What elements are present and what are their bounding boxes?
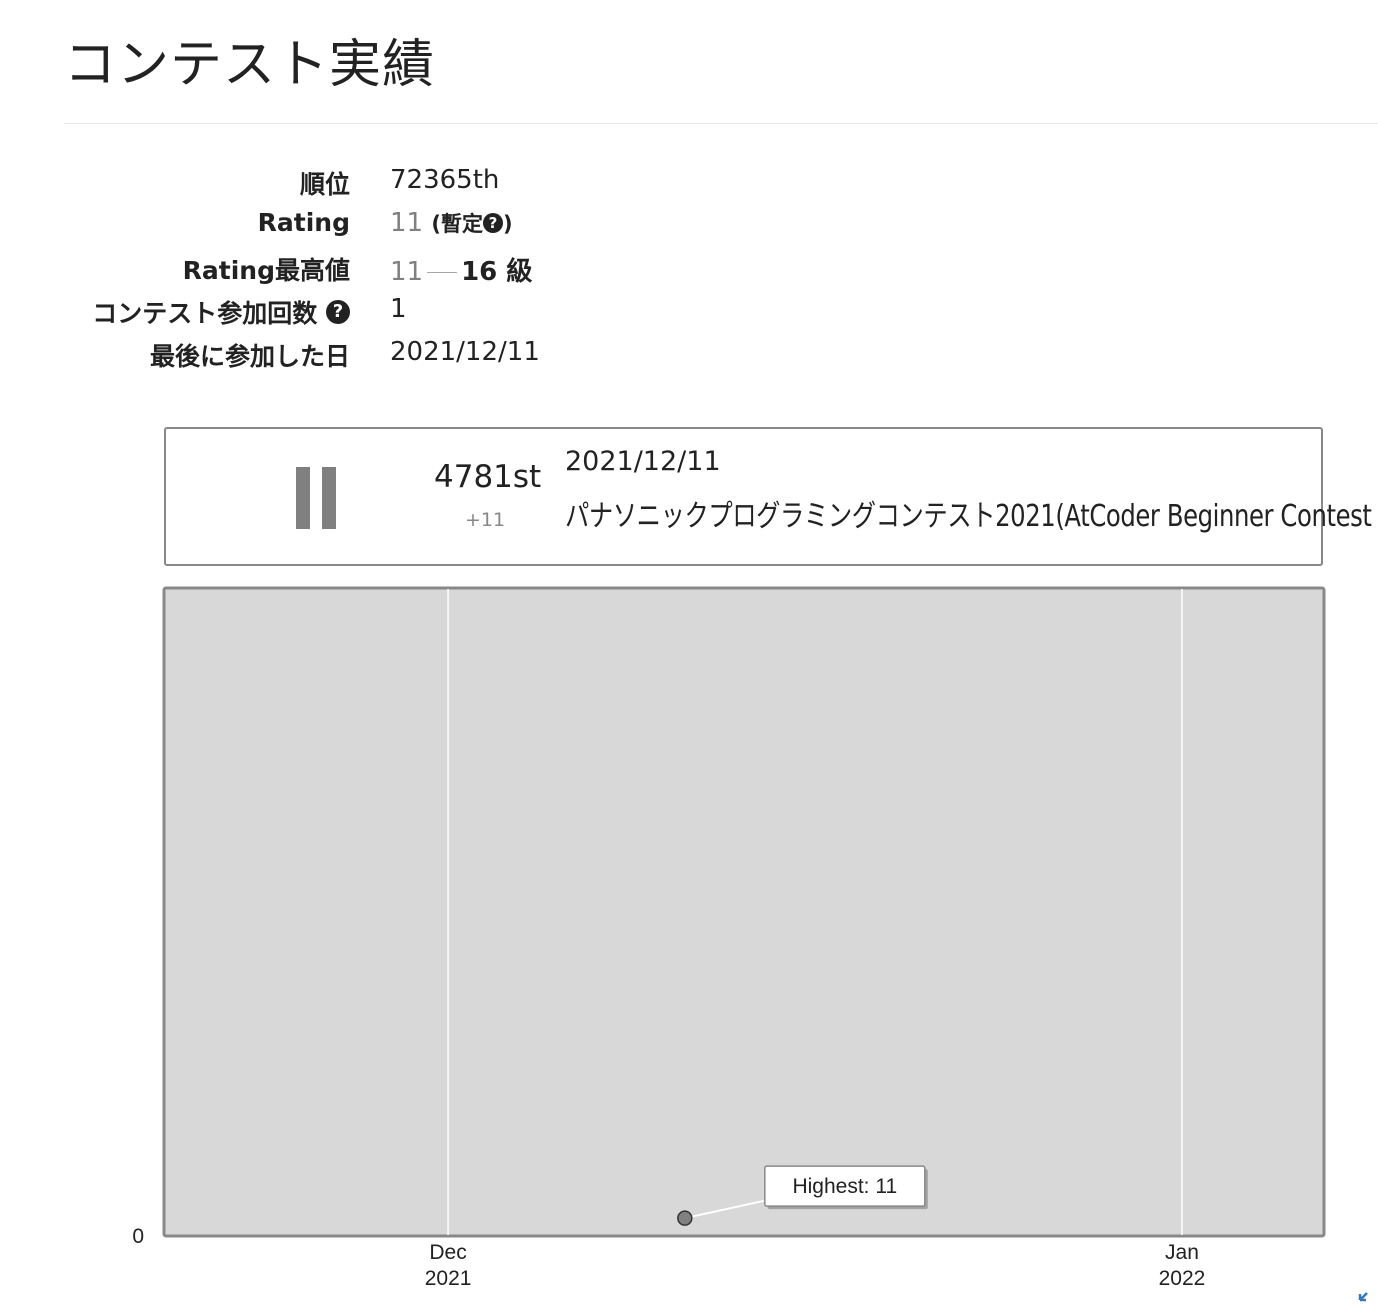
rating-value: 11 [390,208,424,238]
stat-row-rank: 順位 72365th [0,165,700,207]
x-tick-month: Dec [429,1241,466,1264]
stat-value-highest: 11 16 級 [390,251,532,288]
contest-date: 2021/12/11 [565,446,721,477]
contest-status-box: 4781st +11 2021/12/11 パナソニックプログラミングコンテスト… [164,427,1378,566]
provisional-note: (暫定?) [431,212,512,236]
x-tick-year: 2022 [1159,1267,1206,1290]
stat-label-count: コンテスト参加回数 ? [92,294,350,330]
plot-background [162,586,1326,1238]
rating-delta: +11 [465,509,506,531]
stat-label-last: 最後に参加した日 [149,342,350,371]
rating-chart[interactable]: Dec 2021 Jan 2022 0 Highest: 11 [0,580,1378,1306]
stat-label-rank: 順位 [299,170,350,199]
question-circle-icon[interactable]: ? [482,213,503,233]
rating-chart-svg[interactable]: Dec 2021 Jan 2022 0 Highest: 11 [0,580,1378,1306]
title-divider [64,123,1378,124]
page-title: コンテスト実績 [64,35,436,95]
rank-bars-icon [296,467,336,529]
contest-name[interactable]: パナソニックプログラミングコンテスト2021(AtCoder Beginner … [565,491,1378,535]
stat-value-last: 2021/12/11 [390,337,540,367]
provisional-text: (暫定 [431,212,483,236]
stat-row-rating: Rating 11 (暫定?) [0,208,700,250]
contest-rank: 4781st [434,459,542,495]
kyu-badge: 16 級 [461,257,533,287]
expand-arrows-icon[interactable] [1358,1282,1378,1302]
stat-row-count: コンテスト参加回数 ? 1 [0,294,700,336]
highest-value: 11 [390,257,424,287]
x-tick-month: Jan [1165,1241,1199,1264]
stat-row-last: 最後に参加した日 2021/12/11 [0,337,700,379]
y-tick-label: 0 [132,1225,144,1248]
stat-value-rating: 11 (暫定?) [390,208,513,238]
stat-row-highest: Rating最高値 11 16 級 [0,251,700,293]
dash-separator [427,272,458,273]
stat-value-count: 1 [390,294,407,324]
annotation-label: Highest: 11 [792,1175,897,1198]
question-circle-icon[interactable]: ? [326,300,350,324]
stat-label-rating: Rating [257,208,350,237]
count-label-text: コンテスト参加回数 [92,299,318,328]
stat-value-rank: 72365th [390,165,500,195]
stat-label-highest: Rating最高値 [182,256,350,285]
data-point [677,1210,693,1226]
provisional-close: ) [502,212,513,236]
x-tick-year: 2021 [425,1267,472,1290]
